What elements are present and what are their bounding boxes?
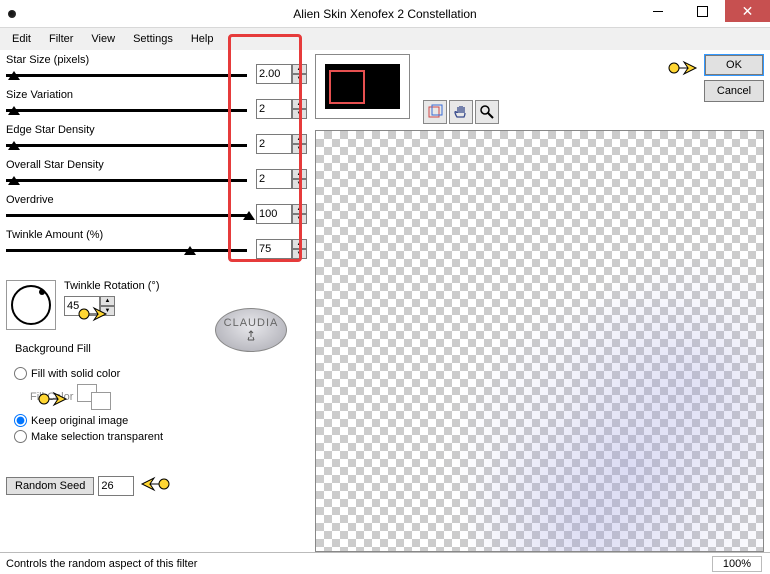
spin-down[interactable]: ▼ [292, 109, 307, 119]
slider-track[interactable] [6, 249, 247, 252]
slider-row: Size Variation ▲▼ [6, 89, 307, 124]
radio-fill-solid[interactable]: Fill with solid color [14, 367, 299, 380]
spin-down[interactable]: ▼ [292, 74, 307, 84]
spin-up[interactable]: ▲ [292, 134, 307, 144]
slider-label: Size Variation [6, 89, 73, 101]
spin-down[interactable]: ▼ [100, 306, 115, 316]
slider-thumb[interactable] [8, 106, 20, 115]
slider-row: Star Size (pixels) ▲▼ [6, 54, 307, 89]
cancel-button[interactable]: Cancel [704, 80, 764, 102]
slider-label: Overdrive [6, 194, 54, 206]
controls-panel: Star Size (pixels)▲▼Size Variation▲▼Edge… [0, 50, 315, 552]
spin-down[interactable]: ▼ [292, 249, 307, 259]
random-seed-input[interactable] [98, 476, 134, 496]
slider-thumb[interactable] [243, 211, 255, 220]
spin-up[interactable]: ▲ [292, 64, 307, 74]
menu-help[interactable]: Help [183, 31, 222, 47]
maximize-button[interactable] [680, 0, 725, 22]
status-text: Controls the random aspect of this filte… [6, 558, 197, 570]
slider-label: Edge Star Density [6, 124, 95, 136]
slider-row: Overall Star Density ▲▼ [6, 159, 307, 194]
spin-up[interactable]: ▲ [292, 169, 307, 179]
radio-keep-original[interactable]: Keep original image [14, 414, 299, 427]
zoom-icon[interactable] [475, 100, 499, 124]
spin-down[interactable]: ▼ [292, 144, 307, 154]
slider-input[interactable] [256, 99, 292, 119]
fill-color-secondary[interactable] [91, 392, 111, 410]
watermark-badge: CLAUDIA [215, 308, 287, 352]
slider-thumb[interactable] [8, 71, 20, 80]
slider-input[interactable] [256, 134, 292, 154]
slider-track[interactable] [6, 144, 247, 147]
twinkle-rotation-dial[interactable] [6, 280, 56, 330]
random-seed-button[interactable]: Random Seed [6, 477, 94, 495]
menu-view[interactable]: View [83, 31, 123, 47]
close-button[interactable] [725, 0, 770, 22]
slider-track[interactable] [6, 214, 247, 217]
background-fill-legend: Background Fill [12, 343, 94, 355]
slider-thumb[interactable] [8, 141, 20, 150]
slider-track[interactable] [6, 74, 247, 77]
slider-input[interactable] [256, 204, 292, 224]
slider-label: Overall Star Density [6, 159, 104, 171]
slider-track[interactable] [6, 179, 247, 182]
slider-label: Star Size (pixels) [6, 54, 89, 66]
menu-settings[interactable]: Settings [125, 31, 181, 47]
background-fill-group: Background Fill Fill with solid color Fi… [6, 350, 307, 454]
slider-thumb[interactable] [8, 176, 20, 185]
preview-area[interactable] [315, 130, 764, 552]
minimize-button[interactable] [635, 0, 680, 22]
pan-icon[interactable] [449, 100, 473, 124]
twinkle-rotation-input[interactable] [64, 296, 100, 316]
spin-down[interactable]: ▼ [292, 214, 307, 224]
spin-up[interactable]: ▲ [292, 99, 307, 109]
window-title: Alien Skin Xenofex 2 Constellation [293, 7, 476, 21]
spin-up[interactable]: ▲ [100, 296, 115, 306]
menubar: Edit Filter View Settings Help [0, 28, 770, 50]
menu-edit[interactable]: Edit [4, 31, 39, 47]
fill-color-label: Fill Color [30, 391, 73, 403]
zoom-level[interactable]: 100% [712, 556, 762, 572]
navigator[interactable] [315, 54, 410, 119]
spin-up[interactable]: ▲ [292, 204, 307, 214]
radio-make-transparent[interactable]: Make selection transparent [14, 430, 299, 443]
slider-track[interactable] [6, 109, 247, 112]
slider-row: Edge Star Density ▲▼ [6, 124, 307, 159]
titlebar: Alien Skin Xenofex 2 Constellation [0, 0, 770, 28]
spin-down[interactable]: ▼ [292, 179, 307, 189]
ok-button[interactable]: OK [704, 54, 764, 76]
slider-input[interactable] [256, 64, 292, 84]
pointer-annotation [138, 472, 170, 499]
preview-toggle-icon[interactable] [423, 100, 447, 124]
slider-label: Twinkle Amount (%) [6, 229, 103, 241]
slider-input[interactable] [256, 239, 292, 259]
statusbar: Controls the random aspect of this filte… [0, 552, 770, 574]
slider-thumb[interactable] [184, 246, 196, 255]
slider-row: Overdrive ▲▼ [6, 194, 307, 229]
menu-filter[interactable]: Filter [41, 31, 81, 47]
slider-input[interactable] [256, 169, 292, 189]
slider-row: Twinkle Amount (%) ▲▼ [6, 229, 307, 264]
app-icon [6, 6, 22, 22]
twinkle-rotation-label: Twinkle Rotation (°) [64, 280, 160, 292]
spin-up[interactable]: ▲ [292, 239, 307, 249]
